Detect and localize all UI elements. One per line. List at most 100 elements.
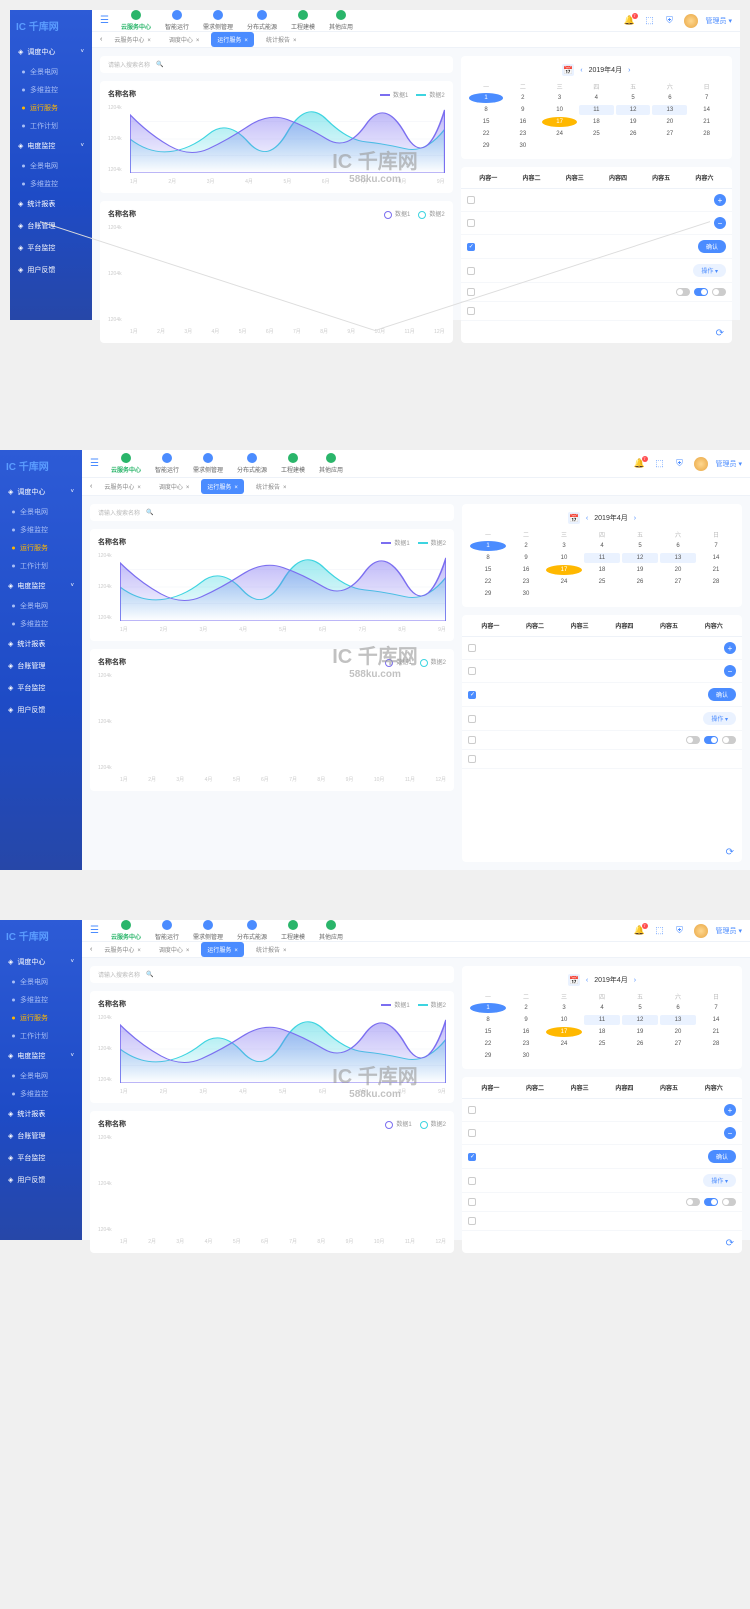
calendar-day[interactable]: 6 <box>652 93 687 103</box>
close-icon[interactable]: × <box>283 485 287 491</box>
topnav-item[interactable]: 需求侧管理 <box>193 920 223 941</box>
calendar-day[interactable]: 24 <box>542 129 577 139</box>
topnav-item[interactable]: 需求侧管理 <box>193 453 223 474</box>
tab[interactable]: 云服务中心× <box>98 479 147 494</box>
checkbox[interactable] <box>468 667 476 675</box>
avatar[interactable] <box>684 14 698 28</box>
close-icon[interactable]: × <box>234 948 238 954</box>
calendar-day[interactable]: 1 <box>470 541 506 551</box>
close-icon[interactable]: × <box>244 38 248 44</box>
topnav-item[interactable]: 智能运行 <box>165 10 189 31</box>
nav-item[interactable]: 全景电网 <box>0 1067 82 1085</box>
nav-group-电度监控[interactable]: ◈电度监控˅ <box>0 575 82 597</box>
calendar-day[interactable]: 19 <box>622 565 658 575</box>
checkbox[interactable] <box>468 644 476 652</box>
add-button[interactable]: + <box>714 194 726 206</box>
calendar-day[interactable]: 5 <box>622 1003 658 1013</box>
calendar-day[interactable]: 1 <box>469 93 504 103</box>
legend-1b[interactable]: 数据1 <box>385 657 411 666</box>
calendar-day[interactable]: 20 <box>652 117 687 127</box>
confirm-button[interactable]: 确认 <box>708 1150 736 1163</box>
nav-group-统计报表[interactable]: ◈统计报表 <box>0 633 82 655</box>
checkbox[interactable] <box>468 1106 476 1114</box>
nav-item[interactable]: 多维监控 <box>0 615 82 633</box>
calendar-day[interactable]: 17 <box>546 1027 582 1037</box>
calendar-day[interactable]: 17 <box>542 117 577 127</box>
nav-group-调度中心[interactable]: ◈调度中心˅ <box>0 951 82 973</box>
calendar-day[interactable]: 7 <box>698 1003 734 1013</box>
checkbox[interactable] <box>468 736 476 744</box>
cube-icon[interactable]: ⬚ <box>654 925 666 937</box>
calendar-day[interactable]: 25 <box>579 129 614 139</box>
tab[interactable]: 云服务中心× <box>108 32 157 47</box>
calendar-day[interactable]: 4 <box>579 93 614 103</box>
legend-2b[interactable]: 数据2 <box>418 209 444 218</box>
calendar-day[interactable]: 28 <box>689 129 724 139</box>
calendar-day[interactable]: 18 <box>579 117 614 127</box>
nav-item[interactable]: 全景电网 <box>10 157 92 175</box>
topnav-item[interactable]: 分布式能源 <box>237 920 267 941</box>
calendar-day[interactable]: 16 <box>508 565 544 575</box>
tab[interactable]: 统计报告× <box>250 942 293 957</box>
calendar-day[interactable]: 2 <box>508 1003 544 1013</box>
legend-2b[interactable]: 数据2 <box>420 657 446 666</box>
calendar-day[interactable]: 15 <box>469 117 504 127</box>
calendar-day[interactable]: 14 <box>698 553 734 563</box>
legend-1b[interactable]: 数据1 <box>385 1119 411 1128</box>
topnav-item[interactable]: 工程建模 <box>281 453 305 474</box>
nav-group-台账管理[interactable]: ◈台账管理 <box>0 655 82 677</box>
calendar-day[interactable]: 30 <box>508 589 544 599</box>
legend-1[interactable]: 数据1 <box>381 538 409 547</box>
topnav-item[interactable]: 云服务中心 <box>121 10 151 31</box>
calendar-day[interactable]: 7 <box>698 541 734 551</box>
checkbox[interactable] <box>468 715 476 723</box>
nav-group-统计报表[interactable]: ◈统计报表 <box>10 193 92 215</box>
refresh-button[interactable]: ⟳ <box>462 843 742 862</box>
close-icon[interactable]: × <box>283 948 287 954</box>
calendar-day[interactable]: 21 <box>689 117 724 127</box>
next-month-button[interactable]: › <box>634 977 636 984</box>
remove-button[interactable]: − <box>714 217 726 229</box>
nav-item[interactable]: 工作计划 <box>0 1027 82 1045</box>
calendar-day[interactable]: 24 <box>546 577 582 587</box>
topnav-item[interactable]: 工程建模 <box>281 920 305 941</box>
tab[interactable]: 统计报告× <box>250 479 293 494</box>
close-icon[interactable]: × <box>293 38 297 44</box>
calendar-day[interactable]: 3 <box>546 541 582 551</box>
username[interactable]: 管理员 ▾ <box>706 16 732 26</box>
calendar-day[interactable]: 10 <box>546 1015 582 1025</box>
calendar-day[interactable]: 20 <box>660 565 696 575</box>
close-icon[interactable]: × <box>186 948 190 954</box>
calendar-day[interactable]: 1 <box>470 1003 506 1013</box>
calendar-day[interactable]: 23 <box>505 129 540 139</box>
nav-item[interactable]: 工作计划 <box>10 117 92 135</box>
calendar-day[interactable]: 9 <box>508 1015 544 1025</box>
toggle[interactable] <box>712 288 726 296</box>
calendar-day[interactable]: 16 <box>505 117 540 127</box>
topnav-item[interactable]: 智能运行 <box>155 453 179 474</box>
calendar-day[interactable]: 6 <box>660 541 696 551</box>
checkbox[interactable] <box>468 1129 476 1137</box>
calendar-icon[interactable]: 📅 <box>562 64 574 76</box>
calendar-day[interactable]: 2 <box>508 541 544 551</box>
next-month-button[interactable]: › <box>634 515 636 522</box>
calendar-day[interactable]: 29 <box>469 141 504 151</box>
calendar-day[interactable]: 22 <box>470 577 506 587</box>
tab[interactable]: 调度中心× <box>153 942 196 957</box>
toggle[interactable] <box>722 736 736 744</box>
tab[interactable]: 运行服务× <box>201 479 244 494</box>
calendar-day[interactable]: 5 <box>622 541 658 551</box>
calendar-day[interactable]: 21 <box>698 1027 734 1037</box>
topnav-item[interactable]: 分布式能源 <box>237 453 267 474</box>
toggle[interactable] <box>704 1198 718 1206</box>
add-button[interactable]: + <box>724 642 736 654</box>
action-button[interactable]: 操作 ▾ <box>703 712 736 725</box>
tab[interactable]: 统计报告× <box>260 32 303 47</box>
calendar-day[interactable]: 18 <box>584 1027 620 1037</box>
calendar-icon[interactable]: 📅 <box>568 974 580 986</box>
nav-item[interactable]: 多维监控 <box>0 521 82 539</box>
calendar-day[interactable]: 25 <box>584 577 620 587</box>
hamburger-icon[interactable]: ☰ <box>90 458 99 469</box>
nav-group-调度中心[interactable]: ◈调度中心˅ <box>10 41 92 63</box>
shield-icon[interactable]: ⛨ <box>674 925 686 937</box>
